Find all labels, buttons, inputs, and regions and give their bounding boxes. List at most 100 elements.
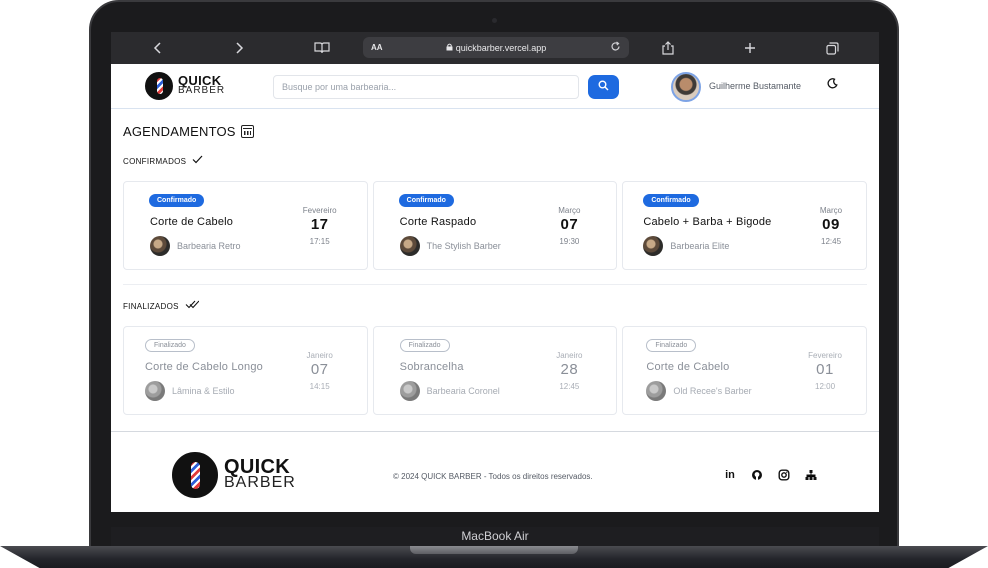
book-icon[interactable] xyxy=(310,32,334,64)
barbershop-name: Barbearia Coronel xyxy=(426,386,500,396)
booking-date: Fevereiro 17 17:15 xyxy=(295,206,345,246)
status-badge: Finalizado xyxy=(646,339,697,352)
dark-mode-moon-icon[interactable] xyxy=(827,78,838,92)
logo-text-barber: BARBER xyxy=(224,474,296,491)
address-bar[interactable]: AA quickbarber.vercel.app xyxy=(363,37,629,58)
lock-icon xyxy=(446,43,456,53)
social-links: in xyxy=(723,468,818,482)
booking-card[interactable]: Finalizado Sobrancelha Barbearia Coronel… xyxy=(372,326,618,415)
finished-bookings: Finalizado Corte de Cabelo Longo Lâmina … xyxy=(123,326,868,415)
booking-card[interactable]: Finalizado Corte de Cabelo Longo Lâmina … xyxy=(123,326,368,415)
booking-day: 01 xyxy=(816,361,834,378)
status-badge: Confirmado xyxy=(643,194,699,207)
browser-toolbar: AA quickbarber.vercel.app xyxy=(111,32,879,64)
barbershop-avatar xyxy=(643,236,664,256)
barber-pole-logo-icon xyxy=(145,72,173,100)
booking-month: Janeiro xyxy=(306,351,333,360)
instagram-icon[interactable] xyxy=(777,468,791,482)
linkedin-icon[interactable]: in xyxy=(723,468,737,482)
tabs-icon[interactable] xyxy=(820,32,844,64)
camera xyxy=(492,18,497,23)
check-icon xyxy=(192,155,203,167)
booking-card[interactable]: Finalizado Corte de Cabelo Old Recee's B… xyxy=(622,326,868,415)
url-text: quickbarber.vercel.app xyxy=(383,43,610,53)
status-badge: Finalizado xyxy=(399,339,450,352)
booking-date: Março 07 19:30 xyxy=(544,206,594,246)
barbershop-name: Barbearia Retro xyxy=(177,241,241,251)
barbershop-name: Barbearia Elite xyxy=(670,241,730,251)
booking-day: 09 xyxy=(822,216,840,233)
service-name: Corte Raspado xyxy=(399,216,477,228)
logo-text-barber: BARBER xyxy=(178,85,226,96)
search-icon xyxy=(598,78,609,96)
booking-day: 28 xyxy=(560,361,579,378)
github-icon[interactable] xyxy=(750,468,764,482)
booking-day: 17 xyxy=(310,216,329,233)
booking-card[interactable]: Confirmado Corte Raspado The Stylish Bar… xyxy=(372,181,618,270)
barbershop-avatar xyxy=(646,381,667,401)
laptop-mockup: AA quickbarber.vercel.app QUICK BARBER B… xyxy=(0,0,988,568)
barbershop-name: Old Recee's Barber xyxy=(673,386,752,396)
main-content: AGENDAMENTOS CONFIRMADOS Confirmado Cort… xyxy=(111,109,879,415)
double-check-icon xyxy=(185,300,200,312)
booking-date: Janeiro 28 12:45 xyxy=(544,351,594,391)
booking-day: 07 xyxy=(560,216,579,233)
barbershop-avatar xyxy=(399,236,420,256)
plus-icon[interactable] xyxy=(738,32,762,64)
booking-month: Março xyxy=(819,206,843,215)
barbershop: Barbearia Elite xyxy=(643,236,729,256)
barbershop: Barbearia Coronel xyxy=(399,381,500,401)
barbershop: Barbearia Retro xyxy=(150,236,241,256)
sitemap-icon[interactable] xyxy=(804,468,818,482)
finished-section-label: FINALIZADOS xyxy=(123,300,867,312)
barbershop: Old Recee's Barber xyxy=(646,381,752,401)
barbershop-name: The Stylish Barber xyxy=(426,241,501,251)
forward-icon[interactable] xyxy=(227,32,251,64)
copyright-text: © 2024 QUICK BARBER - Todos os direitos … xyxy=(393,472,593,481)
barber-pole-logo-icon xyxy=(172,452,218,498)
booking-time: 12:00 xyxy=(815,382,836,391)
status-badge: Finalizado xyxy=(145,339,195,352)
footer: QUICK BARBER © 2024 QUICK BARBER - Todos… xyxy=(111,431,879,512)
logo-text-quick: QUICK xyxy=(224,456,290,478)
user-name[interactable]: Guilherme Bustamante xyxy=(709,81,801,91)
page-title: AGENDAMENTOS xyxy=(123,123,867,139)
share-icon[interactable] xyxy=(656,32,680,64)
confirmed-section-label: CONFIRMADOS xyxy=(123,155,867,167)
service-name: Sobrancelha xyxy=(399,361,464,373)
status-badge: Confirmado xyxy=(149,194,205,207)
booking-month: Janeiro xyxy=(556,351,583,360)
booking-month: Março xyxy=(558,206,581,215)
service-name: Corte de Cabelo Longo xyxy=(145,361,263,373)
section-divider xyxy=(123,284,867,285)
barbershop-name: Lâmina & Estilo xyxy=(172,386,235,396)
calendar-icon xyxy=(240,124,254,138)
barbershop: The Stylish Barber xyxy=(399,236,501,256)
reload-icon[interactable] xyxy=(610,41,621,55)
laptop-notch xyxy=(410,546,578,554)
booking-card[interactable]: Confirmado Cabelo + Barba + Bigode Barbe… xyxy=(622,181,868,270)
barbershop: Lâmina & Estilo xyxy=(145,381,235,401)
booking-card[interactable]: Confirmado Corte de Cabelo Barbearia Ret… xyxy=(123,181,368,270)
search-input[interactable]: Busque por uma barbearia... xyxy=(273,75,579,99)
service-name: Corte de Cabelo xyxy=(646,361,730,373)
footer-logo[interactable]: QUICK BARBER xyxy=(172,452,296,498)
barbershop-avatar xyxy=(145,381,165,401)
app-header: QUICK BARBER Busque por uma barbearia...… xyxy=(111,64,879,109)
user-avatar[interactable] xyxy=(671,72,701,102)
service-name: Corte de Cabelo xyxy=(150,216,234,228)
device-label: MacBook Air xyxy=(111,527,879,546)
booking-date: Fevereiro 01 12:00 xyxy=(800,351,850,391)
status-badge: Confirmado xyxy=(398,194,454,207)
booking-day: 07 xyxy=(310,361,329,378)
header-logo[interactable]: QUICK BARBER xyxy=(145,72,225,100)
booking-month: Fevereiro xyxy=(808,351,842,360)
search-button[interactable] xyxy=(588,75,619,99)
barbershop-avatar xyxy=(399,381,420,401)
booking-month: Fevereiro xyxy=(302,206,337,215)
reader-aa-button[interactable]: AA xyxy=(371,43,383,52)
booking-date: Março 09 12:45 xyxy=(806,206,856,246)
booking-time: 19:30 xyxy=(559,237,580,246)
back-icon[interactable] xyxy=(146,32,170,64)
barbershop-avatar xyxy=(150,236,170,256)
